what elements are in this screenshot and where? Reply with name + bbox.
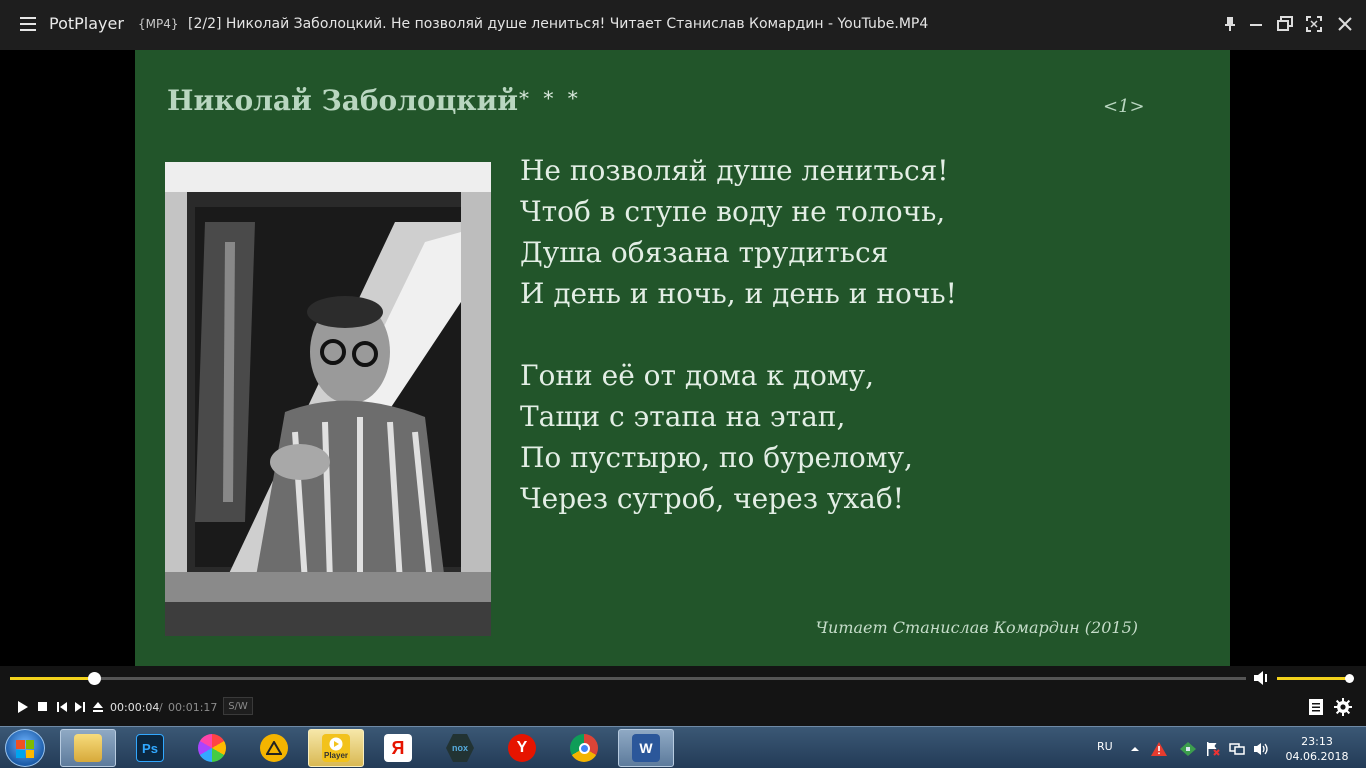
reader-credit: Читает Станислав Комардин (2015) <box>815 618 1138 637</box>
play-icon[interactable] <box>16 700 30 714</box>
poem-line: Чтоб в ступе воду не толочь, <box>520 195 946 228</box>
taskbar-photos[interactable] <box>184 729 240 767</box>
author-portrait <box>165 162 491 636</box>
eject-icon[interactable] <box>91 700 105 714</box>
taskbar-potplayer[interactable]: Player <box>308 729 364 767</box>
photoshop-icon: Ps <box>136 734 164 762</box>
time-separator: / <box>159 701 163 714</box>
volume-thumb[interactable] <box>1345 674 1354 683</box>
seek-bar[interactable] <box>10 672 1246 685</box>
window-title: [2/2] Николай Заболоцкий. Не позволяй ду… <box>188 16 929 32</box>
potplayer-icon: Player <box>322 734 350 762</box>
system-clock[interactable]: 23:13 04.06.2018 <box>1282 734 1352 764</box>
start-button[interactable] <box>5 729 45 767</box>
app-name: PotPlayer <box>49 14 124 33</box>
taskbar-yandex-browser[interactable]: Я <box>370 729 426 767</box>
potplayer-label: Player <box>323 750 349 760</box>
taskbar-photoshop[interactable]: Ps <box>122 729 178 767</box>
network-share-icon[interactable] <box>1180 741 1196 756</box>
warning-icon[interactable] <box>1151 741 1167 756</box>
poem-stars: * * * <box>519 86 582 110</box>
video-frame: Николай Заболоцкий * * * <1> Не позволяй… <box>135 50 1230 666</box>
fullscreen-icon[interactable] <box>1302 12 1326 36</box>
seek-progress <box>10 677 95 680</box>
poem-line: Тащи с этапа на этап, <box>520 400 846 433</box>
minimize-icon[interactable] <box>1244 12 1268 36</box>
clock-date: 04.06.2018 <box>1285 750 1349 763</box>
format-badge: {MP4} <box>138 17 179 31</box>
yandex-icon: Y <box>508 734 536 762</box>
poem-line: Через сугроб, через ухаб! <box>520 482 904 515</box>
volume-level <box>1277 677 1349 680</box>
next-icon[interactable] <box>73 700 87 714</box>
speaker-icon[interactable] <box>1253 741 1268 755</box>
video-area[interactable]: Николай Заболоцкий * * * <1> Не позволяй… <box>0 50 1366 666</box>
seek-bar-area <box>0 666 1366 690</box>
volume-icon[interactable] <box>1253 670 1271 686</box>
page-number: <1> <box>1103 96 1145 117</box>
taskbar: Ps Player Я nox Y W RU 23:13 04.06.2018 <box>0 726 1366 768</box>
stop-icon[interactable] <box>36 700 50 714</box>
poem-line: И день и ночь, и день и ночь! <box>520 277 957 310</box>
poem-line: Гони её от дома к дому, <box>520 359 875 392</box>
explorer-icon <box>74 734 102 762</box>
taskbar-explorer[interactable] <box>60 729 116 767</box>
poem-line: Не позволяй душе лениться! <box>520 154 949 187</box>
clock-time: 23:13 <box>1301 735 1333 748</box>
volume-slider[interactable] <box>1277 674 1354 683</box>
flag-icon[interactable] <box>1206 741 1220 756</box>
yandex-browser-icon: Я <box>384 734 412 762</box>
nox-icon: nox <box>446 734 474 762</box>
taskbar-aimp[interactable] <box>246 729 302 767</box>
total-time: 00:01:17 <box>168 701 218 714</box>
poem-line: По пустырю, по бурелому, <box>520 441 913 474</box>
current-time: 00:00:04 <box>110 701 160 714</box>
control-bar: 00:00:04 / 00:01:17 S/W <box>0 690 1366 726</box>
aimp-icon <box>260 734 288 762</box>
taskbar-yandex[interactable]: Y <box>494 729 550 767</box>
chrome-icon <box>570 734 598 762</box>
taskbar-chrome[interactable] <box>556 729 612 767</box>
taskbar-word[interactable]: W <box>618 729 674 767</box>
network-icon[interactable] <box>1229 741 1245 755</box>
poem-author: Николай Заболоцкий <box>167 84 519 117</box>
previous-icon[interactable] <box>55 700 69 714</box>
language-indicator[interactable]: RU <box>1097 740 1113 753</box>
photos-icon <box>198 734 226 762</box>
playlist-icon[interactable] <box>1308 699 1324 715</box>
close-icon[interactable] <box>1333 12 1357 36</box>
hamburger-menu-icon[interactable] <box>18 13 40 35</box>
poem-text: Не позволяй душе лениться! Чтоб в ступе … <box>520 150 957 519</box>
windows-logo-icon <box>16 740 34 758</box>
pin-icon[interactable] <box>1218 12 1242 36</box>
poem-line: Душа обязана трудиться <box>520 236 889 269</box>
taskbar-nox[interactable]: nox <box>432 729 488 767</box>
settings-gear-icon[interactable] <box>1334 698 1352 716</box>
seek-thumb[interactable] <box>88 672 102 685</box>
restore-icon[interactable] <box>1273 12 1297 36</box>
stanza-gap <box>520 314 957 355</box>
tray-expand-icon[interactable] <box>1128 741 1142 755</box>
title-bar: PotPlayer {MP4} [2/2] Николай Заболоцкий… <box>0 0 1366 50</box>
word-icon: W <box>632 734 660 762</box>
sw-codec-button[interactable]: S/W <box>223 697 253 715</box>
